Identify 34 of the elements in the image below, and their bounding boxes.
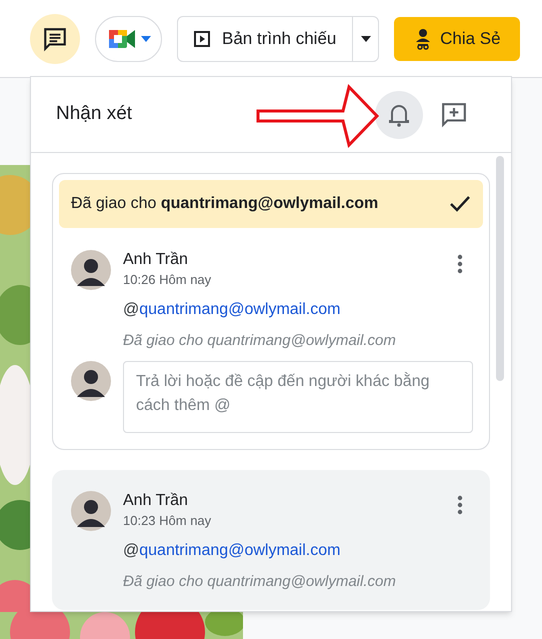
more-options-icon[interactable] — [457, 254, 463, 274]
checkmark-icon[interactable] — [449, 195, 471, 213]
caret-icon — [140, 36, 150, 42]
more-options-icon[interactable] — [457, 494, 463, 514]
comment-time: 10:26 Hôm nay — [123, 271, 212, 289]
caret-icon — [360, 36, 371, 42]
assigned-text: Đã giao cho quantrimang@owlymail.com — [71, 194, 378, 214]
person-link-icon — [414, 28, 432, 50]
avatar-icon — [71, 490, 111, 530]
notifications-button[interactable] — [375, 90, 423, 138]
assigned-note: Đã giao cho quantrimang@owlymail.com — [123, 572, 397, 592]
avatar-icon — [71, 250, 111, 290]
comment-text: @quantrimang@owlymail.com — [123, 300, 342, 320]
comment-icon — [42, 26, 68, 52]
bell-icon — [388, 102, 410, 126]
add-comment-icon — [441, 102, 467, 128]
reply-field[interactable]: Trả lời hoặc đề cập đến người khác bằng cách thêm @ — [123, 360, 473, 432]
comment-thread-card[interactable]: Anh Trần 10:23 Hôm nay @quantrimang@owlymail.com Đã giao cho quantrimang@owlymail.com — [52, 470, 490, 610]
meet-button[interactable] — [95, 16, 162, 62]
comment-time: 10:23 Hôm nay — [123, 512, 212, 530]
panel-title: Nhận xét — [56, 102, 132, 126]
mention-link[interactable]: quantrimang@owlymail.com — [139, 542, 340, 558]
share-button[interactable]: Chia Sẻ — [394, 16, 520, 60]
comment-thread-card[interactable]: Đã giao cho quantrimang@owlymail.com Anh Trần 10:26 Hôm nay @quantrimang@owlymail.com Đã giao cho quantrimang@owlymail.com Trả lời hoặc đề cập đến người khác bằng cách thêm @ — [52, 173, 490, 450]
mention-link[interactable]: quantrimang@owlymail.com — [139, 301, 340, 318]
comment-text: @quantrimang@owlymail.com — [123, 540, 342, 560]
scrollbar[interactable] — [496, 156, 504, 381]
author-name: Anh Trần — [123, 490, 189, 510]
comments-button[interactable] — [30, 14, 80, 64]
slideshow-button[interactable]: Bản trình chiếu — [178, 16, 354, 60]
author-name: Anh Trần — [123, 250, 189, 270]
play-icon — [194, 30, 210, 46]
assigned-note: Đã giao cho quantrimang@owlymail.com — [123, 331, 397, 351]
avatar-icon — [71, 360, 111, 400]
